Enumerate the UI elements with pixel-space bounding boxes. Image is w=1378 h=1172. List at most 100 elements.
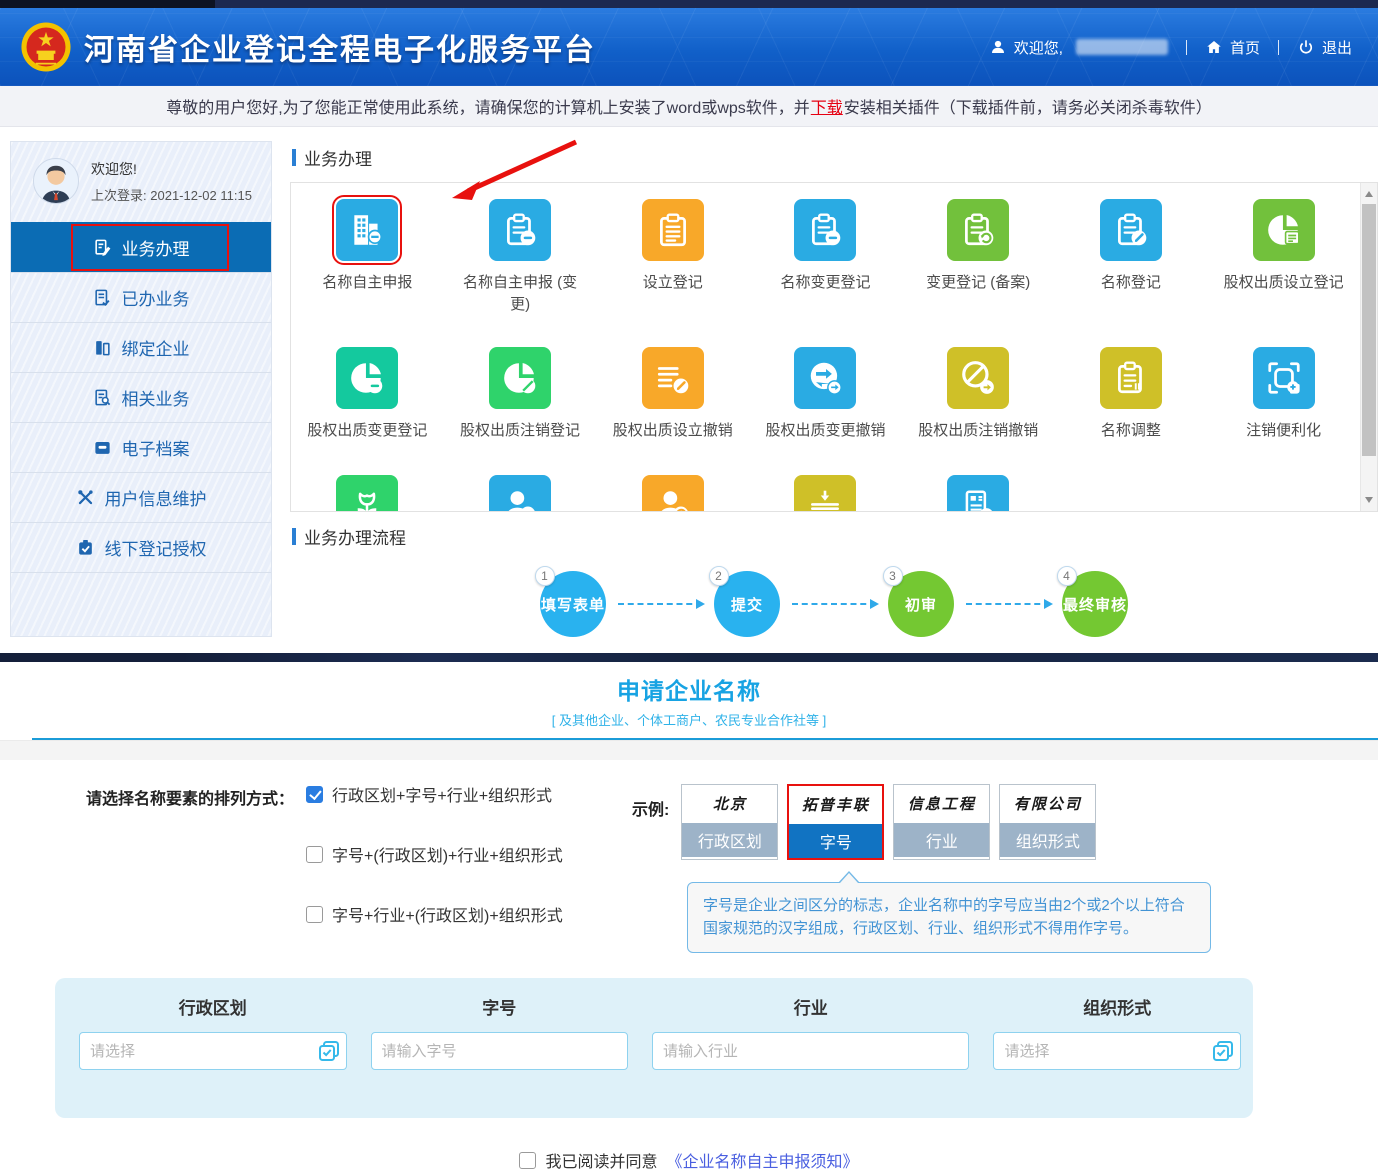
field-input-wrap: [993, 1032, 1241, 1070]
arrangement-option-region-name-industry-form[interactable]: 行政区划+字号+行业+组织形式: [306, 784, 602, 804]
service-label: 股权出质变更登记: [307, 420, 427, 442]
apply-subtitle: [ 及其他企业、个体工商户、农民专业合作社等 ]: [0, 710, 1378, 729]
clip-minus-icon[interactable]: [489, 199, 551, 261]
field-label: 行业: [640, 994, 981, 1019]
service-cancellation-facilitation[interactable]: 注销便利化: [1207, 331, 1360, 459]
service-equity-pledge-change-revoke[interactable]: 股权出质变更撤销: [749, 331, 902, 459]
screenshot-gap: [0, 637, 1378, 653]
service-equity-pledge-cancel-reg[interactable]: 股权出质注销登记: [444, 331, 597, 459]
tulip-icon[interactable]: [336, 475, 398, 512]
sidebar-item-label: 业务办理: [122, 235, 190, 260]
home-link[interactable]: 首页: [1205, 37, 1260, 58]
pie-slash-icon[interactable]: [489, 347, 551, 409]
org-form-input[interactable]: [993, 1032, 1241, 1070]
service-label: 股权出质注销撤销: [918, 420, 1038, 442]
service-equity-pledge-change-reg[interactable]: 股权出质变更登记: [291, 331, 444, 459]
agree-row: 我已阅读并同意 《企业名称自主申报须知》: [0, 1148, 1378, 1172]
sidebar-item-label: 电子档案: [122, 435, 190, 460]
flow-step-fill-form: 1填写表单: [540, 571, 606, 637]
person-minus-icon[interactable]: [489, 475, 551, 512]
person-refresh-icon[interactable]: [642, 475, 704, 512]
unchecked-checkbox[interactable]: [306, 906, 323, 923]
pie-doc-icon[interactable]: [1253, 199, 1315, 261]
sidebar-item-e-archive[interactable]: 电子档案: [11, 422, 271, 472]
circle-slash-icon[interactable]: [947, 347, 1009, 409]
service-unlabeled-4[interactable]: [749, 459, 902, 512]
agree-checkbox[interactable]: [519, 1152, 536, 1169]
notice-text-prefix: 尊敬的用户您好,为了您能正常使用此系统，请确保您的计算机上安装了word或wps…: [166, 94, 810, 118]
service-change-reg-filing[interactable]: 变更登记 (备案): [902, 183, 1055, 331]
sidebar-item-completed-business[interactable]: 已办业务: [11, 272, 271, 322]
clip-lines-icon[interactable]: [642, 199, 704, 261]
service-name-self-declare[interactable]: 名称自主申报: [291, 183, 444, 331]
sidebar-item-label: 线下登记授权: [105, 535, 207, 560]
page: { "header": { "title": "河南省企业登记全程电子化服务平台…: [0, 0, 1378, 1167]
clip-pencil-icon[interactable]: [1100, 199, 1162, 261]
services-section-header: 业务办理: [292, 145, 1378, 170]
service-equity-pledge-cancel-revoke[interactable]: 股权出质注销撤销: [902, 331, 1055, 459]
sidebar-item-related-business[interactable]: 相关业务: [11, 372, 271, 422]
agree-notice-link[interactable]: 《企业名称自主申报须知》: [667, 1148, 859, 1172]
service-name-change-reg[interactable]: 名称变更登记: [749, 183, 902, 331]
download-link[interactable]: 下载: [811, 94, 843, 118]
arrangement-option-name-region-industry-form[interactable]: 字号+(行政区划)+行业+组织形式: [306, 844, 602, 864]
profile-welcome: 欢迎您!: [91, 159, 252, 179]
clip-id-icon[interactable]: [1100, 347, 1162, 409]
service-unlabeled-1[interactable]: [291, 459, 444, 512]
notice-bar: 尊敬的用户您好,为了您能正常使用此系统，请确保您的计算机上安装了word或wps…: [0, 86, 1378, 127]
option-label: 字号+(行政区划)+行业+组织形式: [332, 842, 563, 866]
header-right: 欢迎您, 首页 退出: [989, 37, 1352, 58]
arrangement-zone: 请选择名称要素的排列方式： 行政区划+字号+行业+组织形式字号+(行政区划)+行…: [0, 760, 1378, 964]
merge-icon[interactable]: [794, 475, 856, 512]
building-icon[interactable]: [336, 199, 398, 261]
flow-step-number: 3: [883, 566, 903, 586]
service-name-reg[interactable]: 名称登记: [1055, 183, 1208, 331]
arrangement-option-name-industry-region-form[interactable]: 字号+行业+(行政区划)+组织形式: [306, 904, 602, 924]
service-name-self-declare-change[interactable]: 名称自主申报 (变更): [444, 183, 597, 331]
scrollbar-thumb[interactable]: [1362, 204, 1376, 456]
redacted-username: [1076, 39, 1168, 55]
checked-checkbox[interactable]: [306, 786, 323, 803]
sidebar-profile: 欢迎您! 上次登录: 2021-12-02 11:15: [11, 142, 271, 222]
trade-name-input[interactable]: [371, 1032, 629, 1070]
doc-plus-icon[interactable]: [947, 475, 1009, 512]
example-category: 行政区划: [682, 823, 777, 857]
service-equity-pledge-establish-reg[interactable]: 股权出质设立登记: [1207, 183, 1360, 331]
picker-icon[interactable]: [1212, 1040, 1234, 1062]
logout-link[interactable]: 退出: [1297, 37, 1352, 58]
scroll-up-button[interactable]: [1365, 191, 1373, 197]
sidebar-item-bind-enterprise[interactable]: 绑定企业: [11, 322, 271, 372]
industry-input[interactable]: [652, 1032, 969, 1070]
unchecked-checkbox[interactable]: [306, 846, 323, 863]
circle-swap-icon[interactable]: [794, 347, 856, 409]
scroll-down-button[interactable]: [1365, 497, 1373, 503]
example-category: 行业: [894, 823, 989, 857]
flow-section: 业务办理流程 1填写表单2提交3初审4最终审核: [290, 524, 1378, 637]
region-input[interactable]: [79, 1032, 347, 1070]
gray-band: [0, 740, 1378, 760]
list-pencil-icon[interactable]: [642, 347, 704, 409]
service-unlabeled-3[interactable]: [596, 459, 749, 512]
qr-icon[interactable]: [1253, 347, 1315, 409]
clip-minus-icon[interactable]: [794, 199, 856, 261]
service-name-adjust[interactable]: 名称调整: [1055, 331, 1208, 459]
user-icon: [989, 38, 1007, 56]
option-label: 字号+行业+(行政区划)+组织形式: [332, 902, 563, 926]
main-area: 欢迎您! 上次登录: 2021-12-02 11:15 业务办理已办业务绑定企业…: [0, 127, 1378, 637]
flow-step-number: 2: [709, 566, 729, 586]
example-name: 北京: [682, 785, 777, 821]
service-unlabeled-5[interactable]: [902, 459, 1055, 512]
scrollbar[interactable]: [1360, 183, 1377, 511]
clip-refresh-icon[interactable]: [947, 199, 1009, 261]
picker-icon[interactable]: [318, 1040, 340, 1062]
trade-name-tooltip: 字号是企业之间区分的标志，企业名称中的字号应当由2个或2个以上符合国家规范的汉字…: [687, 882, 1211, 953]
sidebar-item-user-info-maintain[interactable]: 用户信息维护: [11, 472, 271, 522]
service-unlabeled-2[interactable]: [444, 459, 597, 512]
sidebar-item-business-handling[interactable]: 业务办理: [11, 222, 271, 272]
home-label: 首页: [1230, 37, 1260, 58]
service-establish-reg[interactable]: 设立登记: [596, 183, 749, 331]
service-label: 名称自主申报: [322, 272, 412, 294]
service-equity-pledge-establish-revoke[interactable]: 股权出质设立撤销: [596, 331, 749, 459]
sidebar-item-offline-reg-auth[interactable]: 线下登记授权: [11, 522, 271, 572]
pie-minus-icon[interactable]: [336, 347, 398, 409]
